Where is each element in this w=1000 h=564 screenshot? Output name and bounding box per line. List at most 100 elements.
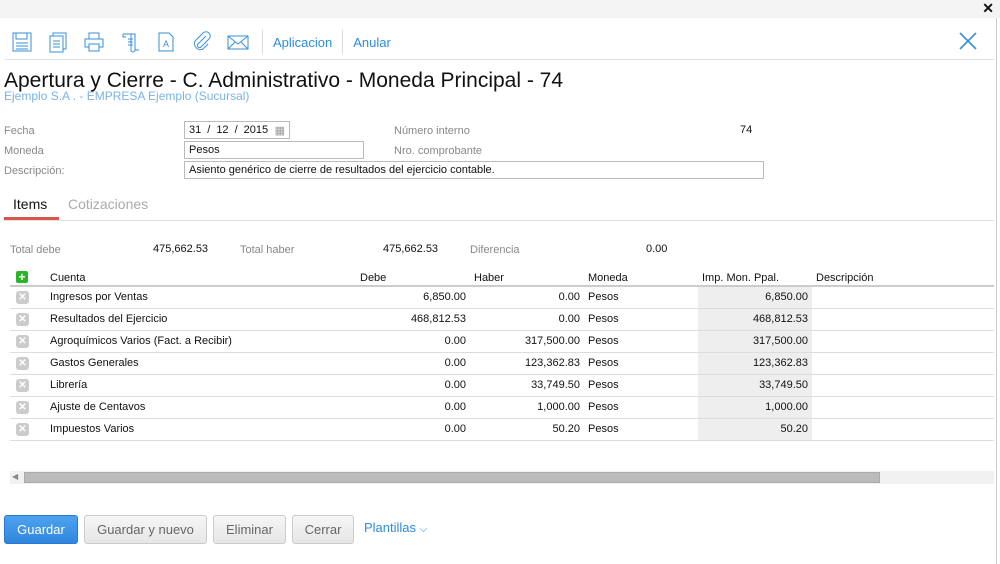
- tab-items[interactable]: Items: [13, 196, 47, 212]
- moneda-cell[interactable]: Pesos: [584, 396, 698, 419]
- fecha-month[interactable]: 12: [216, 124, 228, 136]
- descripcion-cell[interactable]: [812, 418, 994, 441]
- delete-row-icon[interactable]: ✕: [16, 378, 29, 392]
- attachment-icon[interactable]: [184, 29, 220, 55]
- table-row[interactable]: ✕ Resultados del Ejercicio 468,812.53 0.00 P…: [10, 308, 994, 331]
- company-subtitle[interactable]: Ejemplo S.A . - EMPRESA Ejemplo (Sucursa…: [4, 89, 249, 103]
- document-font-icon[interactable]: A: [148, 29, 184, 55]
- descripcion-label: Descripción:: [4, 165, 65, 177]
- moneda-cell[interactable]: Pesos: [584, 286, 698, 309]
- descripcion-cell[interactable]: [812, 352, 994, 375]
- delete-row-icon[interactable]: ✕: [16, 356, 29, 370]
- horizontal-scrollbar[interactable]: ◀: [10, 471, 994, 484]
- haber-cell[interactable]: 1,000.00: [470, 396, 584, 419]
- imp-cell[interactable]: 1,000.00: [698, 396, 812, 419]
- fecha-year[interactable]: 2015: [244, 124, 268, 136]
- imp-cell[interactable]: 6,850.00: [698, 286, 812, 309]
- descripcion-cell[interactable]: [812, 374, 994, 397]
- haber-cell[interactable]: 317,500.00: [470, 330, 584, 353]
- total-debe-value: 475,662.53: [153, 243, 209, 255]
- close-icon[interactable]: [958, 31, 978, 51]
- fecha-day[interactable]: 31: [189, 124, 201, 136]
- numero-interno-value: 74: [740, 124, 753, 136]
- window-topbar: ✕: [0, 0, 1000, 18]
- cuenta-cell[interactable]: Gastos Generales: [46, 352, 356, 375]
- descripcion-field[interactable]: Asiento genérico de cierre de resultados…: [184, 161, 764, 179]
- cuenta-cell[interactable]: Librería: [46, 374, 356, 397]
- imp-cell[interactable]: 317,500.00: [698, 330, 812, 353]
- mail-icon[interactable]: [220, 29, 256, 55]
- haber-cell[interactable]: 0.00: [470, 308, 584, 331]
- window-close-button[interactable]: ✕: [982, 0, 994, 17]
- table-row[interactable]: ✕ Impuestos Varios 0.00 50.20 Pesos 50.20: [10, 418, 994, 441]
- cuenta-cell[interactable]: Agroquímicos Varios (Fact. a Recibir): [46, 330, 356, 353]
- moneda-cell[interactable]: Pesos: [584, 330, 698, 353]
- col-moneda: Moneda: [584, 270, 698, 287]
- moneda-cell[interactable]: Pesos: [584, 352, 698, 375]
- haber-cell[interactable]: 33,749.50: [470, 374, 584, 397]
- debe-cell[interactable]: 0.00: [356, 374, 470, 397]
- diferencia-value: 0.00: [646, 243, 668, 255]
- descripcion-cell[interactable]: [812, 308, 994, 331]
- descripcion-cell[interactable]: [812, 330, 994, 353]
- active-tab-indicator: [4, 217, 59, 220]
- table-row[interactable]: ✕ Librería 0.00 33,749.50 Pesos 33,749.50: [10, 374, 994, 397]
- plantillas-label[interactable]: Plantillas: [364, 520, 416, 535]
- toolbar: A Aplicacion Anular: [4, 28, 395, 56]
- moneda-label: Moneda: [4, 145, 44, 157]
- fecha-field[interactable]: 31/12/2015 ▦: [184, 121, 290, 139]
- table-row[interactable]: ✕ Ajuste de Centavos 0.00 1,000.00 Pesos 1,00…: [10, 396, 994, 419]
- divider: [262, 30, 263, 54]
- col-debe: Debe: [356, 270, 470, 287]
- descripcion-cell[interactable]: [812, 396, 994, 419]
- debe-cell[interactable]: 6,850.00: [356, 286, 470, 309]
- eliminar-button[interactable]: Eliminar: [213, 515, 286, 544]
- moneda-cell[interactable]: Pesos: [584, 374, 698, 397]
- descripcion-cell[interactable]: [812, 286, 994, 309]
- delete-row-icon[interactable]: ✕: [16, 334, 29, 348]
- moneda-cell[interactable]: Pesos: [584, 308, 698, 331]
- imp-cell[interactable]: 50.20: [698, 418, 812, 441]
- table-row[interactable]: ✕ Agroquímicos Varios (Fact. a Recibir) 0.…: [10, 330, 994, 353]
- cuenta-cell[interactable]: Ajuste de Centavos: [46, 396, 356, 419]
- cerrar-button[interactable]: Cerrar: [292, 515, 354, 544]
- imp-cell[interactable]: 123,362.83: [698, 352, 812, 375]
- table-row[interactable]: ✕ Gastos Generales 0.00 123,362.83 Pesos 123,…: [10, 352, 994, 375]
- delete-row-icon[interactable]: ✕: [16, 312, 29, 326]
- guardar-button[interactable]: Guardar: [4, 515, 78, 544]
- scroll-left-icon[interactable]: ◀: [12, 472, 18, 481]
- haber-cell[interactable]: 123,362.83: [470, 352, 584, 375]
- cuenta-cell[interactable]: Impuestos Varios: [46, 418, 356, 441]
- aplicacion-link[interactable]: Aplicacion: [269, 35, 336, 50]
- plantillas-dropdown[interactable]: Plantillas ⌵: [364, 520, 427, 535]
- add-row-icon[interactable]: +: [16, 271, 28, 283]
- print-icon[interactable]: [76, 29, 112, 55]
- save-icon[interactable]: [4, 29, 40, 55]
- haber-cell[interactable]: 0.00: [470, 286, 584, 309]
- debe-cell[interactable]: 468,812.53: [356, 308, 470, 331]
- table-row[interactable]: ✕ Ingresos por Ventas 6,850.00 0.00 Pesos 6,8…: [10, 286, 994, 309]
- scroll-icon[interactable]: [112, 29, 148, 55]
- moneda-field[interactable]: Pesos: [184, 141, 364, 159]
- debe-cell[interactable]: 0.00: [356, 396, 470, 419]
- calendar-icon[interactable]: ▦: [275, 124, 285, 137]
- svg-text:A: A: [163, 39, 169, 49]
- cuenta-cell[interactable]: Ingresos por Ventas: [46, 286, 356, 309]
- delete-row-icon[interactable]: ✕: [16, 290, 29, 304]
- delete-row-icon[interactable]: ✕: [16, 400, 29, 414]
- scrollbar-thumb[interactable]: [24, 472, 880, 483]
- imp-cell[interactable]: 33,749.50: [698, 374, 812, 397]
- copy-icon[interactable]: [40, 29, 76, 55]
- fecha-label: Fecha: [4, 125, 35, 137]
- cuenta-cell[interactable]: Resultados del Ejercicio: [46, 308, 356, 331]
- delete-row-icon[interactable]: ✕: [16, 422, 29, 436]
- guardar-nuevo-button[interactable]: Guardar y nuevo: [84, 515, 207, 544]
- debe-cell[interactable]: 0.00: [356, 330, 470, 353]
- moneda-cell[interactable]: Pesos: [584, 418, 698, 441]
- tab-cotizaciones[interactable]: Cotizaciones: [68, 196, 148, 212]
- debe-cell[interactable]: 0.00: [356, 418, 470, 441]
- haber-cell[interactable]: 50.20: [470, 418, 584, 441]
- debe-cell[interactable]: 0.00: [356, 352, 470, 375]
- imp-cell[interactable]: 468,812.53: [698, 308, 812, 331]
- anular-link[interactable]: Anular: [349, 35, 395, 50]
